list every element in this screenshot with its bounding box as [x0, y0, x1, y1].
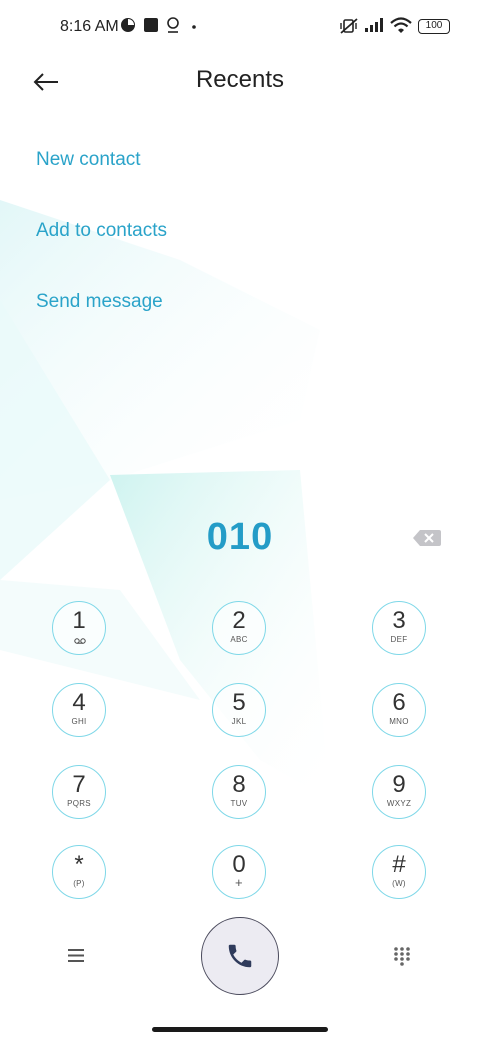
send-message-link[interactable]: Send message	[36, 291, 163, 313]
voicemail-icon	[74, 638, 86, 644]
backspace-button[interactable]	[412, 528, 442, 548]
key-digit: 5	[232, 689, 246, 716]
key-letters: TUV	[230, 799, 248, 808]
key-digit: 9	[392, 771, 406, 798]
key-4[interactable]: 4 GHI	[52, 683, 106, 737]
key-digit: 7	[72, 771, 86, 798]
menu-icon	[68, 949, 84, 962]
key-letters: (P)	[73, 879, 85, 888]
dialpad-icon	[394, 947, 410, 966]
key-7[interactable]: 7 PQRS	[52, 765, 106, 819]
vibrate-off-icon	[340, 18, 358, 34]
call-button[interactable]	[201, 917, 279, 995]
key-6[interactable]: 6 MNO	[372, 683, 426, 737]
key-9[interactable]: 9 WXYZ	[372, 765, 426, 819]
battery-level: 100	[425, 20, 443, 31]
key-letters: MNO	[389, 717, 409, 726]
key-5[interactable]: 5 JKL	[212, 683, 266, 737]
menu-button[interactable]	[66, 946, 90, 966]
square-notification-icon	[144, 18, 158, 32]
key-digit: 1	[72, 607, 86, 634]
key-digit: 6	[392, 689, 406, 716]
key-letters: GHI	[71, 717, 87, 726]
key-2[interactable]: 2 ABC	[212, 601, 266, 655]
key-digit: 2	[232, 607, 246, 634]
key-digit: 3	[392, 607, 406, 634]
home-indicator[interactable]	[152, 1027, 328, 1032]
signal-icon	[365, 18, 383, 32]
key-letters: JKL	[231, 717, 247, 726]
phone-icon	[228, 944, 252, 968]
page-title: Recents	[195, 66, 285, 93]
key-3[interactable]: 3 DEF	[372, 601, 426, 655]
dialpad-button[interactable]	[393, 946, 413, 968]
key-letters: DEF	[390, 635, 408, 644]
key-digit: 8	[232, 771, 246, 798]
key-letters: ABC	[230, 635, 248, 644]
key-8[interactable]: 8 TUV	[212, 765, 266, 819]
add-to-contacts-link[interactable]: Add to contacts	[36, 220, 167, 242]
battery-icon: 100	[418, 19, 450, 34]
data-saver-icon	[121, 18, 135, 32]
key-letters: PQRS	[67, 799, 91, 808]
key-0[interactable]: 0 +	[212, 845, 266, 899]
key-letters: +	[235, 875, 243, 890]
key-letters: WXYZ	[386, 799, 412, 808]
key-star[interactable]: * (P)	[52, 845, 106, 899]
dialed-number: 010	[206, 516, 274, 558]
status-time: 8:16 AM	[60, 18, 119, 35]
dot-icon	[192, 25, 196, 29]
backspace-icon	[413, 530, 441, 546]
location-icon	[167, 17, 179, 33]
key-digit: #	[392, 851, 406, 878]
key-1[interactable]: 1	[52, 601, 106, 655]
key-digit: 4	[72, 689, 86, 716]
key-letters: (W)	[392, 879, 406, 888]
status-bar: 8:16 AM 100	[0, 0, 480, 56]
key-hash[interactable]: # (W)	[372, 845, 426, 899]
wifi-icon	[390, 17, 412, 33]
key-digit: *	[74, 851, 84, 878]
new-contact-link[interactable]: New contact	[36, 149, 141, 171]
